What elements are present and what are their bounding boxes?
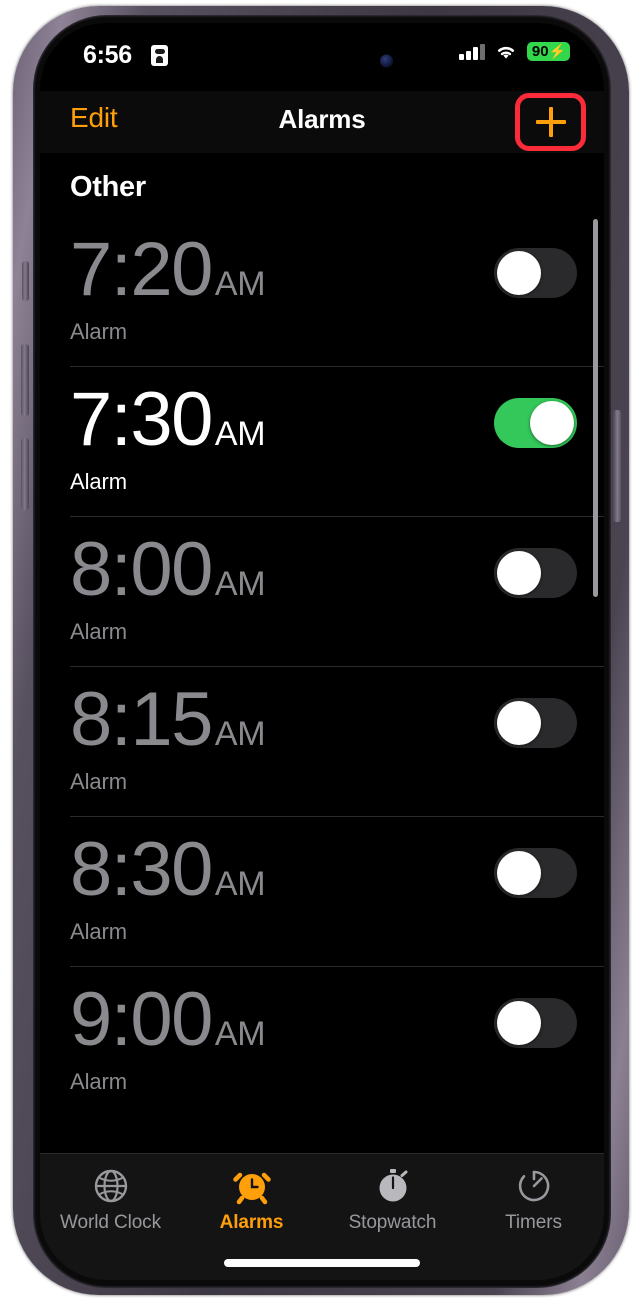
silent-switch-button[interactable] xyxy=(22,261,29,301)
alarm-rows-container: 7:20 AM Alarm 7:30 AM Alarm 8:00 AM Alarm 8:15 AM A… xyxy=(40,216,604,1116)
status-bar: 6:56 90 ⚡ xyxy=(40,23,604,91)
alarm-label: Alarm xyxy=(70,619,127,644)
volume-up-button[interactable] xyxy=(21,344,29,416)
alarm-meridiem: AM xyxy=(214,715,266,753)
battery-percent-label: 90 xyxy=(531,42,549,60)
volume-down-button[interactable] xyxy=(21,438,29,510)
dynamic-island[interactable] xyxy=(231,36,413,86)
alarm-toggle[interactable] xyxy=(494,848,577,898)
iphone-device-frame: 6:56 90 ⚡ Edit Alarms Other 7:20 AM Alar… xyxy=(13,6,629,1295)
stopwatch-icon xyxy=(379,1169,407,1202)
status-bar-indicators: 90 ⚡ xyxy=(459,42,570,61)
portrait-lock-icon xyxy=(151,45,168,66)
tab-label-alarms: Alarms xyxy=(219,1212,284,1233)
alarm-time-value: 8:15 xyxy=(70,677,213,762)
toggle-knob xyxy=(497,851,541,895)
home-indicator[interactable] xyxy=(224,1259,420,1267)
alarm-toggle[interactable] xyxy=(494,248,577,298)
wifi-icon xyxy=(497,46,514,59)
plus-icon[interactable] xyxy=(535,107,566,137)
alarm-meridiem: AM xyxy=(214,265,266,303)
add-alarm-highlight xyxy=(515,93,586,151)
front-camera-icon xyxy=(380,54,393,68)
timer-icon xyxy=(518,1170,549,1202)
alarm-toggle[interactable] xyxy=(494,548,577,598)
tab-timers[interactable]: Timers xyxy=(463,1166,604,1280)
alarm-row[interactable]: 9:00 AM Alarm xyxy=(40,966,604,1116)
toggle-knob xyxy=(497,1001,541,1045)
alarm-row[interactable]: 8:15 AM Alarm xyxy=(40,666,604,816)
cellular-signal-icon xyxy=(459,43,485,60)
toggle-knob xyxy=(530,401,574,445)
alarm-clock-icon xyxy=(232,1172,271,1205)
battery-charging-icon: ⚡ xyxy=(548,43,566,59)
edit-button[interactable]: Edit xyxy=(70,102,118,134)
toggle-knob xyxy=(497,701,541,745)
alarm-list: Other 7:20 AM Alarm 7:30 AM Alarm 8:00 AM Alarm 8… xyxy=(40,153,604,1153)
alarm-label: Alarm xyxy=(70,319,127,344)
alarm-time-value: 8:30 xyxy=(70,827,213,912)
alarm-time-value: 8:00 xyxy=(70,527,213,612)
alarm-row[interactable]: 8:30 AM Alarm xyxy=(40,816,604,966)
alarm-toggle[interactable] xyxy=(494,698,577,748)
alarm-row[interactable]: 7:20 AM Alarm xyxy=(40,216,604,366)
alarm-label: Alarm xyxy=(70,469,127,494)
alarm-meridiem: AM xyxy=(214,865,266,903)
alarm-label: Alarm xyxy=(70,919,127,944)
battery-indicator: 90 ⚡ xyxy=(526,42,570,61)
toggle-knob xyxy=(497,551,541,595)
tab-label-world-clock: World Clock xyxy=(60,1212,161,1233)
power-button[interactable] xyxy=(613,410,621,522)
alarm-row[interactable]: 7:30 AM Alarm xyxy=(40,366,604,516)
page-title: Alarms xyxy=(278,104,366,134)
alarm-time-value: 7:30 xyxy=(70,377,213,462)
tab-label-stopwatch: Stopwatch xyxy=(348,1212,437,1233)
alarm-row[interactable]: 8:00 AM Alarm xyxy=(40,516,604,666)
tab-label-timers: Timers xyxy=(505,1212,562,1233)
tab-world-clock[interactable]: World Clock xyxy=(40,1166,181,1280)
globe-icon xyxy=(94,1169,127,1203)
alarm-meridiem: AM xyxy=(214,1015,266,1053)
alarm-time-value: 7:20 xyxy=(70,227,213,312)
navigation-bar: Edit Alarms xyxy=(40,91,604,153)
toggle-knob xyxy=(497,251,541,295)
phone-screen: 6:56 90 ⚡ Edit Alarms Other 7:20 AM Alar… xyxy=(40,23,604,1280)
alarm-label: Alarm xyxy=(70,769,127,794)
alarm-label: Alarm xyxy=(70,1069,127,1094)
alarm-toggle[interactable] xyxy=(494,398,577,448)
status-bar-time: 6:56 xyxy=(83,41,132,69)
alarm-time-value: 9:00 xyxy=(70,977,213,1062)
alarm-meridiem: AM xyxy=(214,415,266,453)
alarm-meridiem: AM xyxy=(214,565,266,603)
section-header-other: Other xyxy=(70,171,146,203)
alarm-toggle[interactable] xyxy=(494,998,577,1048)
scrollbar[interactable] xyxy=(593,219,598,597)
